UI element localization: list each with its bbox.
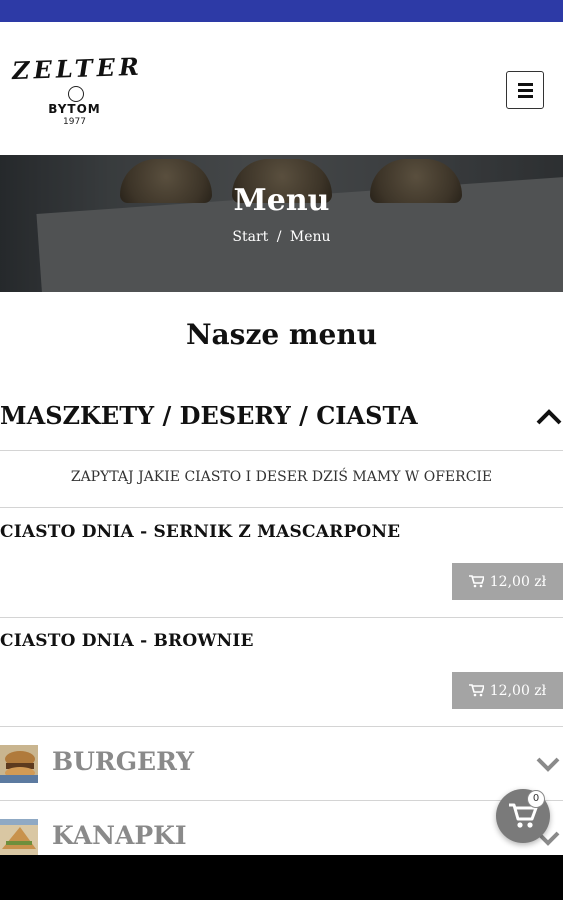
- category-thumbnail: [0, 745, 38, 783]
- category-note: ZAPYTAJ JAKIE CIASTO I DESER DZIŚ MAMY W…: [0, 452, 563, 508]
- menu-item: CIASTO DNIA - BROWNIE 12,00 zł: [0, 618, 563, 727]
- breadcrumb-current: Menu: [289, 229, 331, 245]
- logo-city: BYTOM: [48, 102, 101, 116]
- logo-seal-icon: [68, 86, 84, 102]
- cart-icon: [468, 575, 484, 588]
- menu-item: CIASTO DNIA - SERNIK Z MASCARPONE 12,00 …: [0, 509, 563, 618]
- add-to-cart-button[interactable]: 12,00 zł: [452, 563, 563, 600]
- logo-year: 1977: [63, 117, 86, 127]
- price-label: 12,00 zł: [489, 682, 547, 699]
- category-header-burgers[interactable]: BURGERY: [0, 727, 563, 801]
- category-title: BURGERY: [52, 747, 194, 776]
- system-navigation-bar: [0, 855, 563, 900]
- hamburger-icon: [518, 83, 533, 86]
- category-title: KANAPKI: [52, 821, 187, 850]
- cart-count-badge: 0: [527, 790, 545, 808]
- logo-wordmark: ZELTER: [11, 51, 144, 86]
- breadcrumb-separator: /: [276, 229, 282, 245]
- hero-banner: Menu Start / Menu: [0, 155, 563, 292]
- price-label: 12,00 zł: [489, 573, 547, 590]
- status-bar: [0, 0, 563, 22]
- site-header: ZELTER BYTOM 1977: [0, 22, 563, 155]
- menu-item-name: CIASTO DNIA - BROWNIE: [0, 631, 254, 651]
- category-thumbnail: [0, 819, 38, 857]
- cart-icon: [468, 684, 484, 697]
- chevron-up-icon: [536, 409, 562, 425]
- hamburger-menu-button[interactable]: [506, 71, 544, 109]
- breadcrumb: Start / Menu: [0, 229, 563, 245]
- logo[interactable]: ZELTER BYTOM 1977: [11, 51, 144, 132]
- menu-item-name: CIASTO DNIA - SERNIK Z MASCARPONE: [0, 522, 401, 542]
- category-title: MASZKETY / DESERY / CIASTA: [0, 401, 418, 430]
- chevron-down-icon: [536, 757, 560, 772]
- breadcrumb-start-link[interactable]: Start: [232, 229, 268, 245]
- section-title: Nasze menu: [185, 318, 378, 351]
- category-header-desserts[interactable]: MASZKETY / DESERY / CIASTA: [0, 385, 563, 451]
- page-title: Menu: [233, 183, 330, 218]
- add-to-cart-button[interactable]: 12,00 zł: [452, 672, 563, 709]
